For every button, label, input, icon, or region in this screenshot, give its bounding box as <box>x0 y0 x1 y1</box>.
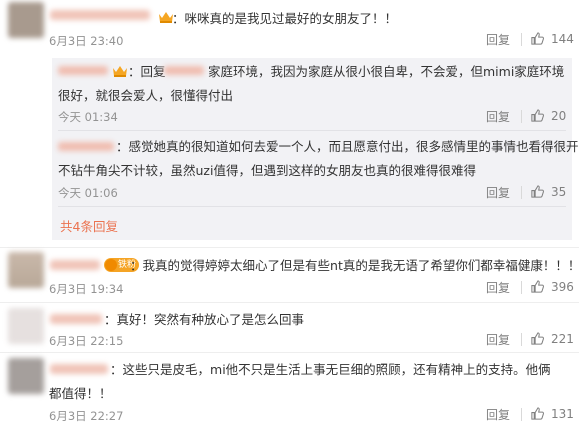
thumb-up-icon <box>531 407 544 420</box>
divider <box>521 33 522 46</box>
username-blurred[interactable] <box>50 260 100 270</box>
divider <box>521 408 522 421</box>
reply-button[interactable]: 回复 <box>486 108 510 125</box>
divider <box>0 352 579 353</box>
like-count: 131 <box>551 406 574 421</box>
like-count: 144 <box>551 31 574 46</box>
reply-button[interactable]: 回复 <box>486 406 510 423</box>
like-button[interactable]: 131 <box>530 406 574 421</box>
like-count: 20 <box>551 108 567 123</box>
reply-time: 今天 01:34 <box>58 110 118 124</box>
divider <box>58 206 566 207</box>
reply-time: 今天 01:06 <box>58 186 118 200</box>
reply-username-blurred[interactable] <box>58 66 108 75</box>
reply-text: ：回复 <box>128 64 166 79</box>
like-count: 35 <box>551 184 567 199</box>
reply-text: ：感觉她真的很知道如何去爱一个人，而且愿意付出，很多感情里的事情也看得很开， <box>116 139 579 154</box>
username-blurred[interactable] <box>50 364 108 374</box>
divider <box>0 302 579 303</box>
comment-text-line2: 都值得！！ <box>49 386 112 401</box>
divider <box>521 281 522 294</box>
reply-button[interactable]: 回复 <box>486 184 510 201</box>
comment-text: ：真好！突然有种放心了是怎么回事 <box>104 312 305 327</box>
reply-button[interactable]: 回复 <box>486 31 510 48</box>
divider <box>58 130 566 131</box>
divider <box>0 247 579 248</box>
like-button[interactable]: 396 <box>530 279 574 294</box>
comment-time: 6月3日 19:34 <box>49 282 124 296</box>
like-button[interactable]: 20 <box>530 108 566 123</box>
like-button[interactable]: 144 <box>530 31 574 46</box>
thumb-up-icon <box>531 332 544 345</box>
mention-blurred[interactable] <box>164 66 204 75</box>
reply-text-line2: 很好，就很会爱人，很懂得付出 <box>58 88 234 103</box>
thumb-up-icon <box>531 280 544 293</box>
avatar[interactable] <box>8 358 44 394</box>
username-blurred[interactable] <box>50 10 150 20</box>
divider <box>521 333 522 346</box>
avatar[interactable] <box>8 252 44 288</box>
comment-time: 6月3日 22:15 <box>49 334 124 348</box>
reply-text-line2: 不钻牛角尖不计较，虽然uzi值得，但遇到这样的女朋友也真的很难得很难得 <box>58 163 476 178</box>
comment-text: ：我真的觉得婷婷太细心了但是有些nt真的是我无语了希望你们都幸福健康！！！ <box>130 258 579 273</box>
like-button[interactable]: 221 <box>530 331 574 346</box>
username-blurred[interactable] <box>50 314 102 324</box>
reply-button[interactable]: 回复 <box>486 279 510 296</box>
comment-text: ：咪咪真的是我见过最好的女朋友了！！ <box>172 11 398 26</box>
reply-button[interactable]: 回复 <box>486 331 510 348</box>
like-button[interactable]: 35 <box>530 184 566 199</box>
avatar[interactable] <box>8 2 44 38</box>
like-count: 221 <box>551 331 574 346</box>
reply-list: ：回复 家庭环境，我因为家庭从很小很自卑，不会爱，但mimi家庭环境 很好，就很… <box>52 58 579 240</box>
crown-badge-icon <box>113 66 127 77</box>
thumb-up-icon <box>531 109 544 122</box>
divider <box>521 110 522 123</box>
thumb-up-icon <box>531 185 544 198</box>
avatar[interactable] <box>8 308 44 344</box>
like-count: 396 <box>551 279 574 294</box>
more-replies-link[interactable]: 共4条回复 <box>60 216 118 235</box>
divider <box>521 186 522 199</box>
reply-username-blurred[interactable] <box>58 142 114 151</box>
comment-text: ：这些只是皮毛，mi他不只是生活上事无巨细的照顾，还有精神上的支持。他俩 <box>110 362 551 377</box>
comment-time: 6月3日 22:27 <box>49 409 124 423</box>
thumb-up-icon <box>531 32 544 45</box>
comment-time: 6月3日 23:40 <box>49 34 124 48</box>
reply-text: 家庭环境，我因为家庭从很小很自卑，不会爱，但mimi家庭环境 <box>208 64 565 79</box>
